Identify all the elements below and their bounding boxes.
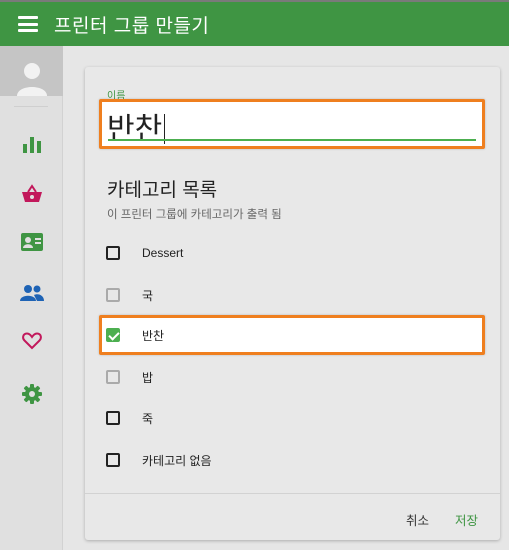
create-printer-group-dialog: 이름 반찬 카테고리 목록 이 프린터 그룹에 카테고리가 출력 됨 Desse…: [85, 67, 500, 540]
chart-icon: [22, 137, 41, 153]
category-label: 죽: [142, 411, 154, 426]
checkbox[interactable]: [106, 288, 120, 302]
checkbox[interactable]: [106, 453, 120, 467]
sidebar: [0, 46, 63, 550]
checkbox[interactable]: [106, 246, 120, 260]
sidebar-item-reports[interactable]: [0, 134, 63, 154]
name-field[interactable]: 반찬: [99, 99, 485, 149]
checkbox[interactable]: [106, 411, 120, 425]
avatar-icon: [16, 63, 47, 96]
category-item-banchan[interactable]: 반찬: [99, 315, 485, 355]
menu-icon[interactable]: [18, 16, 38, 32]
page-title: 프린터 그룹 만들기: [54, 15, 210, 37]
avatar[interactable]: [0, 46, 63, 96]
app-bar: 프린터 그룹 만들기: [0, 0, 509, 46]
sidebar-item-staff[interactable]: [0, 284, 63, 302]
heart-icon: [21, 332, 42, 350]
save-button[interactable]: 저장: [455, 510, 478, 529]
category-item-rice[interactable]: 밥: [99, 357, 485, 397]
category-label: 국: [142, 288, 154, 303]
checkbox[interactable]: [106, 370, 120, 384]
checkbox-checked[interactable]: [106, 328, 120, 342]
category-item-dessert[interactable]: Dessert: [99, 233, 485, 273]
cancel-button[interactable]: 취소: [406, 510, 429, 529]
basket-icon: [21, 184, 42, 202]
category-item-none[interactable]: 카테고리 없음: [99, 440, 485, 480]
sidebar-divider: [14, 106, 48, 107]
sidebar-item-settings[interactable]: [0, 384, 63, 404]
sidebar-item-members[interactable]: [0, 233, 63, 251]
sidebar-item-favorites[interactable]: [0, 332, 63, 350]
name-field-underline: [108, 139, 476, 141]
gear-icon: [21, 384, 42, 404]
sidebar-item-orders[interactable]: [0, 184, 63, 204]
category-list-title: 카테고리 목록: [107, 180, 218, 201]
actions-divider: [85, 493, 500, 494]
category-label: Dessert: [142, 246, 184, 260]
id-card-icon: [20, 233, 43, 251]
category-label: 카테고리 없음: [142, 453, 212, 468]
category-label: 반찬: [142, 328, 165, 343]
category-list-subtitle: 이 프린터 그룹에 카테고리가 출력 됨: [107, 209, 282, 221]
name-input[interactable]: 반찬: [107, 104, 166, 148]
category-item-porridge[interactable]: 죽: [99, 398, 485, 438]
people-icon: [19, 285, 44, 301]
category-item-soup[interactable]: 국: [99, 275, 485, 315]
name-input-value: 반찬: [107, 113, 163, 146]
category-label: 밥: [142, 370, 154, 385]
